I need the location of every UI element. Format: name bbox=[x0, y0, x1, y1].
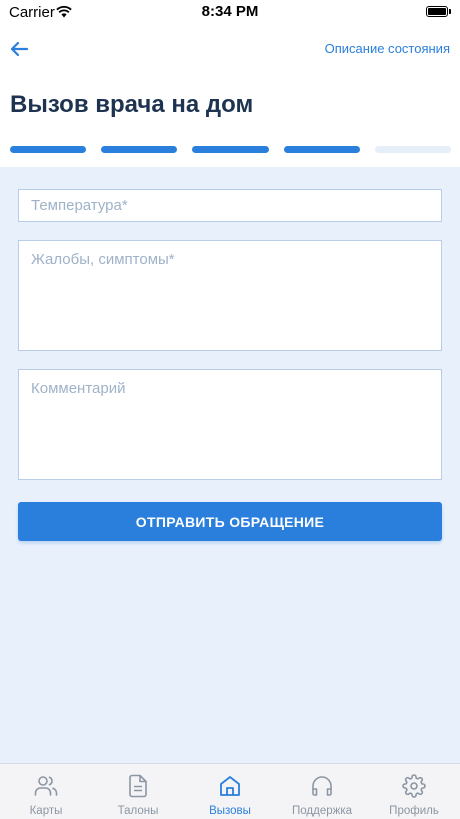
page-title: Вызов врача на дом bbox=[10, 91, 254, 118]
header-area: Carrier 8:34 PM Описание состояния Вызов… bbox=[0, 0, 460, 167]
back-arrow-icon[interactable] bbox=[6, 36, 32, 62]
status-bar: Carrier 8:34 PM bbox=[0, 0, 460, 24]
headphones-icon bbox=[311, 774, 333, 798]
tab-bar: Карты Талоны Вызовы Поддержка Профиль bbox=[0, 763, 460, 819]
step-progress bbox=[10, 146, 452, 153]
tab-label: Поддержка bbox=[292, 805, 352, 817]
step-segment-complete bbox=[10, 146, 87, 153]
complaints-textarea[interactable] bbox=[18, 240, 442, 351]
document-icon bbox=[128, 774, 148, 798]
tab-tickets[interactable]: Талоны bbox=[92, 764, 184, 819]
tab-label: Карты bbox=[29, 805, 63, 817]
temperature-input[interactable] bbox=[18, 189, 442, 222]
step-segment-complete bbox=[101, 146, 178, 153]
battery-tip bbox=[449, 9, 451, 14]
step-segment-complete bbox=[283, 146, 360, 153]
submit-request-button[interactable]: ОТПРАВИТЬ ОБРАЩЕНИЕ bbox=[18, 502, 442, 541]
users-icon bbox=[34, 774, 58, 798]
tab-support[interactable]: Поддержка bbox=[276, 764, 368, 819]
tab-cards[interactable]: Карты bbox=[0, 764, 92, 819]
tab-calls[interactable]: Вызовы bbox=[184, 764, 276, 819]
tab-label: Профиль bbox=[389, 805, 439, 817]
gear-icon bbox=[402, 774, 426, 798]
tab-profile[interactable]: Профиль bbox=[368, 764, 460, 819]
step-segment-pending bbox=[374, 146, 452, 153]
comment-textarea[interactable] bbox=[18, 369, 442, 480]
clock: 8:34 PM bbox=[201, 3, 259, 20]
state-description-link[interactable]: Описание состояния bbox=[325, 41, 450, 56]
home-icon bbox=[219, 774, 241, 798]
battery-icon bbox=[426, 6, 448, 17]
tab-label: Талоны bbox=[117, 805, 159, 817]
tab-label: Вызовы bbox=[209, 805, 251, 817]
step-segment-complete bbox=[192, 146, 269, 153]
